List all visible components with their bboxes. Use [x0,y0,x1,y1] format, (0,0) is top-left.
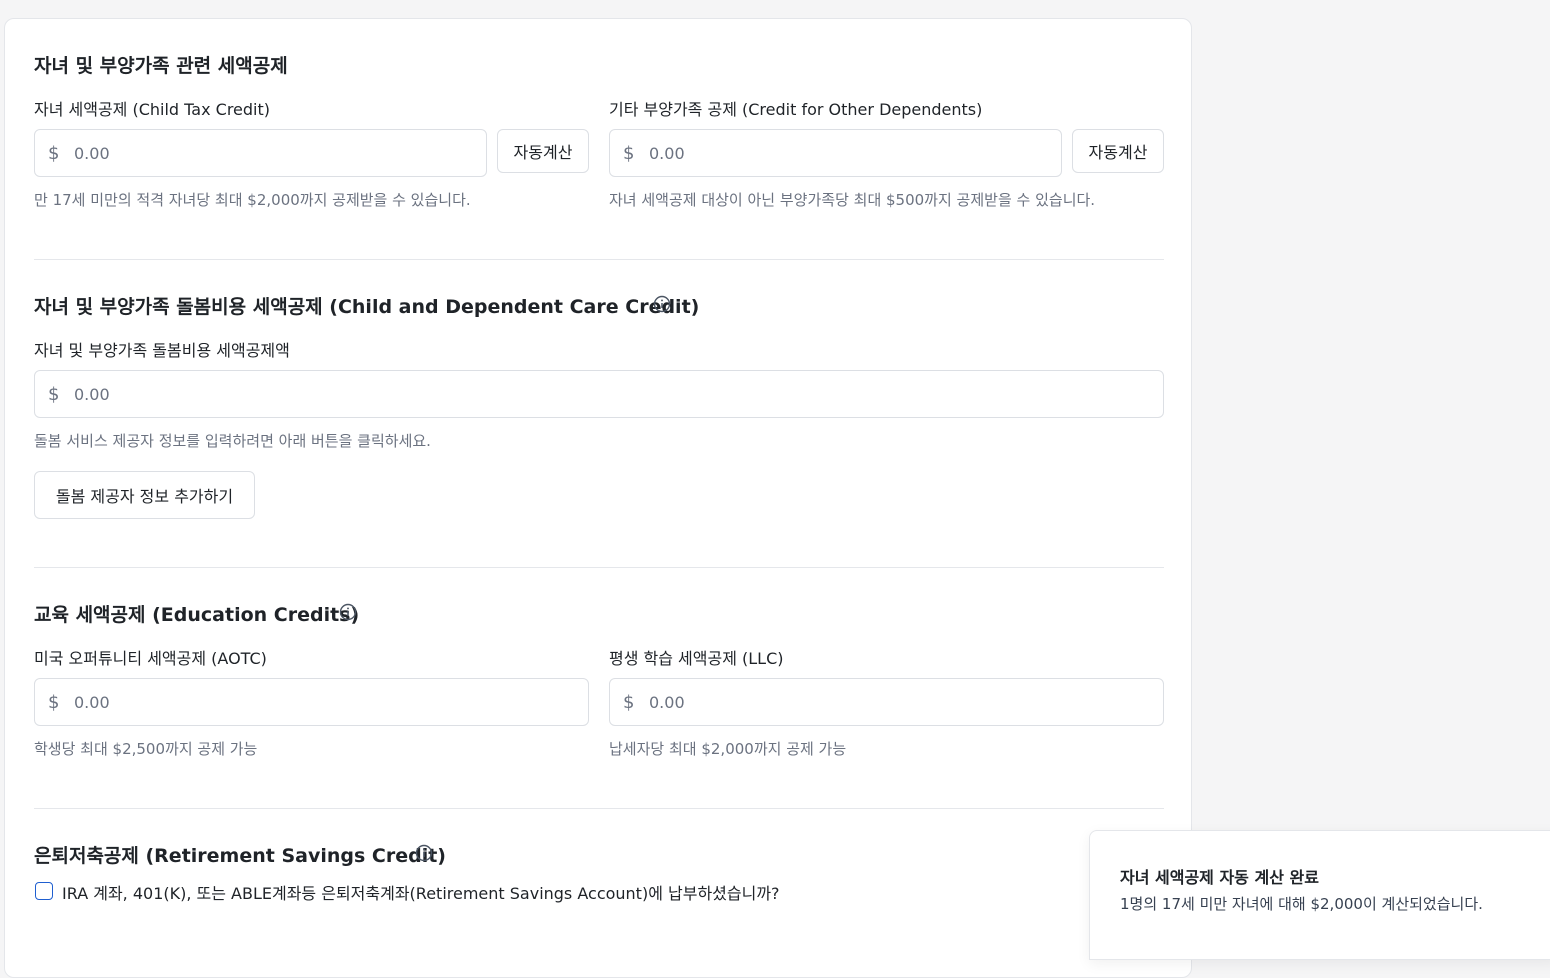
llc-amount-input[interactable] [649,692,1092,712]
retirement-contribution-checkbox[interactable] [35,882,53,900]
aotc-label: 미국 오퍼튜니티 세액공제 (AOTC) [34,649,267,668]
ctc-label: 자녀 세액공제 (Child Tax Credit) [34,100,271,119]
odc-label: 기타 부양가족 공제 (Credit for Other Dependents) [609,100,983,119]
dollar-sign: $ [48,142,60,164]
dollar-sign: $ [623,691,635,713]
dollar-sign: $ [48,691,60,713]
section-title-education: 교육 세액공제 (Education Credits) [34,604,360,626]
ctc-help-text: 만 17세 미만의 적격 자녀당 최대 $2,000까지 공제받을 수 있습니다… [34,191,471,209]
toast-message: 1명의 17세 미만 자녀에 대해 $2,000이 계산되었습니다. [1120,895,1483,913]
dollar-sign: $ [623,142,635,164]
dollar-sign: $ [48,383,60,405]
care-help-text: 돌봄 서비스 제공자 정보를 입력하려면 아래 버튼을 클릭하세요. [34,432,431,450]
ctc-amount-input[interactable] [74,143,435,163]
add-care-provider-button[interactable]: 돌봄 제공자 정보 추가하기 [34,471,255,519]
info-icon[interactable] [415,844,433,862]
toast-title: 자녀 세액공제 자동 계산 완료 [1120,868,1319,887]
retirement-checkbox-label: IRA 계좌, 401(K), 또는 ABLE계좌등 은퇴저축계좌(Retire… [62,884,780,903]
section-divider [34,259,1164,260]
care-amount-input[interactable] [74,384,977,404]
section-title-retirement: 은퇴저축공제 (Retirement Savings Credit) [34,845,446,867]
ctc-input-wrapper[interactable]: $ [34,129,487,177]
llc-help-text: 납세자당 최대 $2,000까지 공제 가능 [609,740,847,758]
section-title-children: 자녀 및 부양가족 관련 세액공제 [34,55,288,77]
odc-amount-input[interactable] [649,143,1010,163]
aotc-amount-input[interactable] [74,692,517,712]
llc-label: 평생 학습 세액공제 (LLC) [609,649,784,668]
ctc-auto-calc-button[interactable]: 자동계산 [497,129,589,173]
section-title-care: 자녀 및 부양가족 돌봄비용 세액공제 (Child and Dependent… [34,296,700,318]
info-icon[interactable] [339,603,357,621]
info-icon[interactable] [653,295,671,313]
section-divider [34,567,1164,568]
llc-input-wrapper[interactable]: $ [609,678,1164,726]
aotc-help-text: 학생당 최대 $2,500까지 공제 가능 [34,740,258,758]
section-divider [34,808,1164,809]
odc-input-wrapper[interactable]: $ [609,129,1062,177]
care-input-wrapper[interactable]: $ [34,370,1164,418]
aotc-input-wrapper[interactable]: $ [34,678,589,726]
care-label: 자녀 및 부양가족 돌봄비용 세액공제액 [34,341,290,360]
odc-help-text: 자녀 세액공제 대상이 아닌 부양가족당 최대 $500까지 공제받을 수 있습… [609,191,1096,209]
odc-auto-calc-button[interactable]: 자동계산 [1072,129,1164,173]
